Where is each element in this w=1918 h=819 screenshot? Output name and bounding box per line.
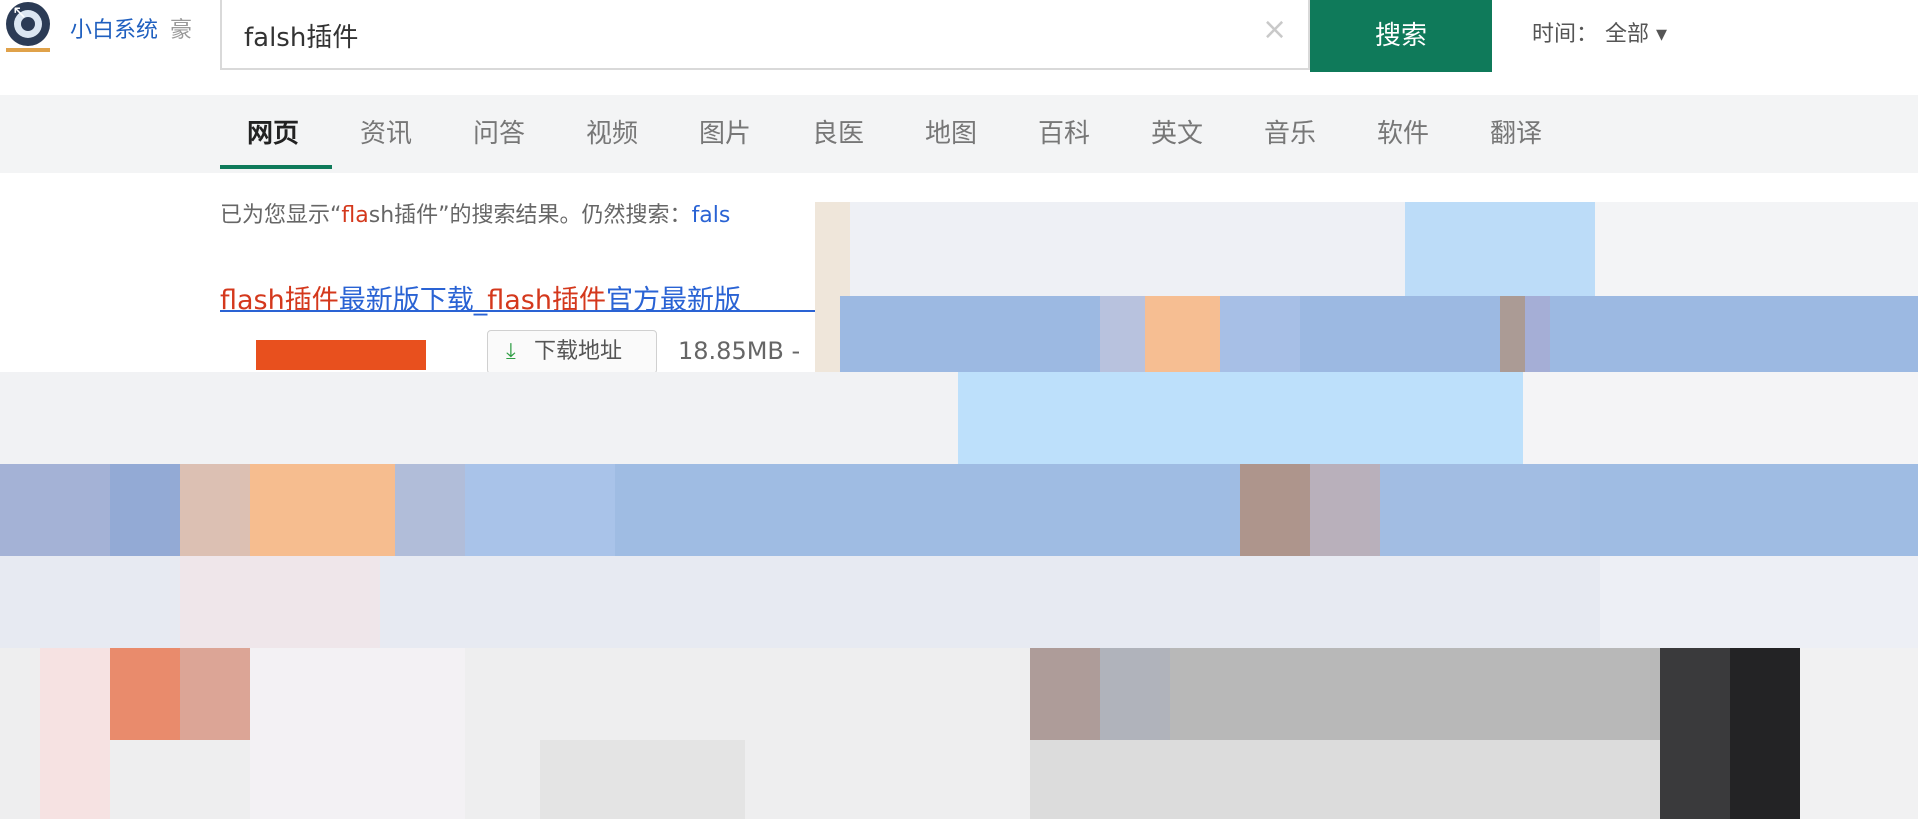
result-thumbnail[interactable] <box>256 340 426 370</box>
notice-suffix: ”的搜索结果。仍然搜索： <box>438 203 692 228</box>
tab-news[interactable]: 资讯 <box>360 113 412 150</box>
correction-notice: 已为您显示“flash插件”的搜索结果。仍然搜索：fals <box>220 197 730 229</box>
tabs-bar: 网页 资讯 问答 视频 图片 良医 地图 百科 英文 音乐 软件 翻译 <box>0 95 1918 173</box>
brand-name: 小白系统 <box>70 18 159 43</box>
search-button[interactable]: 搜索 <box>1310 0 1492 72</box>
notice-highlight-rest: sh插件 <box>368 203 439 228</box>
download-button-label: 下载地址 <box>534 339 623 364</box>
result-title-underline <box>220 310 820 312</box>
download-button[interactable]: ⤓ 下载地址 <box>487 330 657 374</box>
tab-english[interactable]: 英文 <box>1151 113 1203 150</box>
notice-highlight: fla <box>341 203 369 228</box>
original-query-link[interactable]: fals <box>692 203 731 228</box>
back-arrow-icon[interactable]: ↖ <box>12 2 27 23</box>
notice-prefix: 已为您显示“ <box>220 203 342 228</box>
tab-software[interactable]: 软件 <box>1377 113 1429 150</box>
download-icon: ⤓ <box>506 339 516 364</box>
tab-images[interactable]: 图片 <box>699 113 751 150</box>
tab-video[interactable]: 视频 <box>586 113 638 150</box>
tab-encyclopedia[interactable]: 百科 <box>1038 113 1090 150</box>
search-box: × <box>220 0 1310 70</box>
clear-icon[interactable]: × <box>1262 12 1287 47</box>
logo-icon[interactable] <box>0 0 60 56</box>
brand-name-tail: 豪 <box>170 18 193 43</box>
search-input[interactable] <box>242 14 1246 56</box>
top-bar: ↖ 小白系统 豪 × 搜索 时间： 全部 ▾ <box>0 0 1918 92</box>
tab-web[interactable]: 网页 <box>247 113 299 150</box>
time-filter-label: 时间： <box>1532 22 1599 47</box>
time-filter[interactable]: 时间： 全部 ▾ <box>1532 16 1667 48</box>
tab-qa[interactable]: 问答 <box>473 113 525 150</box>
tab-medical[interactable]: 良医 <box>812 113 864 150</box>
tab-translate[interactable]: 翻译 <box>1490 113 1542 150</box>
active-tab-indicator <box>220 165 332 169</box>
file-size: 18.85MB - <box>678 337 801 365</box>
tab-music[interactable]: 音乐 <box>1264 113 1316 150</box>
chevron-down-icon: ▾ <box>1656 22 1668 47</box>
tab-map[interactable]: 地图 <box>925 113 977 150</box>
time-filter-value: 全部 <box>1605 22 1650 47</box>
